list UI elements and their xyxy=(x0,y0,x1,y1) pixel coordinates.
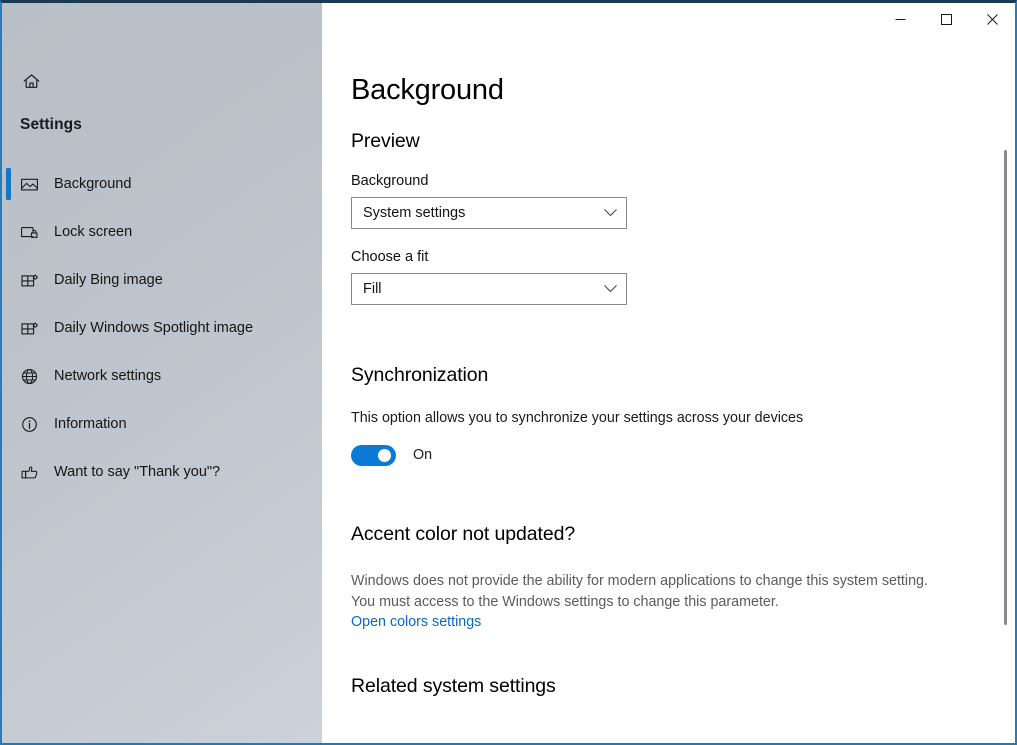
fit-dropdown[interactable]: Fill xyxy=(351,272,627,305)
chevron-down-icon xyxy=(604,284,617,293)
main-content: Background Preview Background System set… xyxy=(322,3,1015,743)
accent-description-line1: Windows does not provide the ability for… xyxy=(351,572,928,589)
settings-window: Settings Background Lock screen Daily Bi… xyxy=(0,0,1017,745)
synchronization-toggle-state: On xyxy=(413,447,433,464)
accent-description: Windows does not provide the ability for… xyxy=(351,571,1015,614)
background-dropdown-value: System settings xyxy=(363,204,466,221)
accent-heading: Accent color not updated? xyxy=(351,522,576,545)
selection-indicator xyxy=(6,168,11,200)
synchronization-heading: Synchronization xyxy=(351,363,489,386)
synchronization-toggle[interactable] xyxy=(351,444,396,466)
sidebar-item-thank-you[interactable]: Want to say "Thank you"? xyxy=(2,448,322,496)
synchronization-description: This option allows you to synchronize yo… xyxy=(351,409,804,426)
title-bar xyxy=(322,3,1015,45)
maximize-button[interactable] xyxy=(923,3,969,35)
minimize-icon xyxy=(895,18,905,20)
sidebar-item-label: Lock screen xyxy=(54,224,133,240)
sidebar-item-label: Want to say "Thank you"? xyxy=(54,464,221,480)
thumbs-up-icon xyxy=(20,463,54,482)
sidebar-item-information[interactable]: Information xyxy=(2,400,322,448)
chevron-down-icon xyxy=(604,208,617,217)
close-button[interactable] xyxy=(969,3,1015,35)
sidebar-title: Settings xyxy=(20,116,82,133)
sidebar-nav-list: Background Lock screen Daily Bing image … xyxy=(2,160,322,496)
maximize-icon xyxy=(940,13,952,25)
fit-dropdown-value: Fill xyxy=(363,280,382,297)
scrollbar-thumb[interactable] xyxy=(1004,150,1007,625)
fit-field-label: Choose a fit xyxy=(351,248,429,265)
globe-icon xyxy=(20,367,54,386)
sidebar: Settings Background Lock screen Daily Bi… xyxy=(2,3,322,743)
sidebar-item-label: Network settings xyxy=(54,368,162,384)
sidebar-home-button[interactable] xyxy=(2,63,322,99)
lock-screen-icon xyxy=(20,223,54,242)
picture-icon xyxy=(20,175,54,194)
synchronization-toggle-row: On xyxy=(351,444,1015,466)
sidebar-item-daily-bing-image[interactable]: Daily Bing image xyxy=(2,256,322,304)
daily-image-icon xyxy=(20,319,54,338)
info-icon xyxy=(20,415,54,434)
page-title: Background xyxy=(351,74,504,106)
open-colors-settings-link[interactable]: Open colors settings xyxy=(351,614,481,630)
sidebar-item-label: Background xyxy=(54,176,132,192)
close-icon xyxy=(986,13,998,25)
daily-image-icon xyxy=(20,271,54,290)
minimize-button[interactable] xyxy=(877,3,923,35)
sidebar-item-network-settings[interactable]: Network settings xyxy=(2,352,322,400)
related-settings-heading: Related system settings xyxy=(351,675,556,698)
sidebar-item-label: Daily Windows Spotlight image xyxy=(54,320,254,336)
background-field-label: Background xyxy=(351,172,429,189)
vertical-scrollbar[interactable] xyxy=(999,45,1015,743)
preview-heading: Preview xyxy=(351,129,420,152)
home-icon xyxy=(16,72,46,91)
sidebar-item-daily-windows-spotlight-image[interactable]: Daily Windows Spotlight image xyxy=(2,304,322,352)
sidebar-item-label: Daily Bing image xyxy=(54,272,163,288)
toggle-knob xyxy=(378,448,391,462)
sidebar-item-label: Information xyxy=(54,416,127,432)
sidebar-item-background[interactable]: Background xyxy=(2,160,322,208)
background-dropdown[interactable]: System settings xyxy=(351,196,627,229)
accent-description-line2: You must access to the Windows settings … xyxy=(351,594,779,611)
sidebar-item-lock-screen[interactable]: Lock screen xyxy=(2,208,322,256)
